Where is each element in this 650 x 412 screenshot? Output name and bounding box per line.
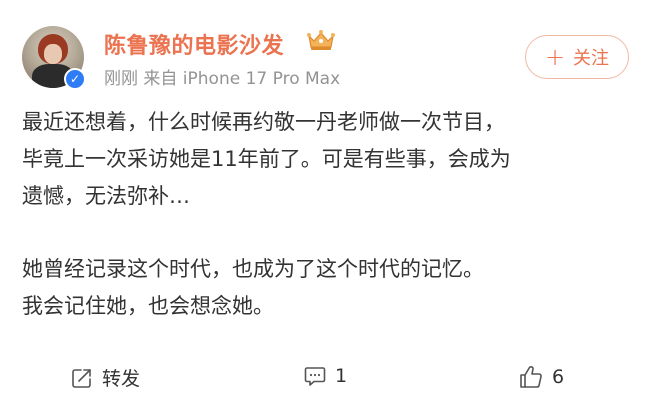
repost-button[interactable]: 转发 bbox=[70, 364, 140, 391]
follow-label: 关注 bbox=[573, 48, 610, 69]
repost-icon bbox=[72, 368, 91, 388]
like-count: 6 bbox=[552, 366, 565, 388]
crown-icon bbox=[307, 30, 335, 50]
verified-icon: ✓ bbox=[64, 68, 86, 90]
action-bar: 转发 1 6 bbox=[0, 350, 650, 410]
comment-count: 1 bbox=[335, 365, 348, 387]
comment-icon bbox=[304, 367, 326, 386]
author-name[interactable]: 陈鲁豫的电影沙发 bbox=[104, 28, 284, 60]
avatar-face bbox=[44, 44, 62, 64]
plus-icon: + bbox=[544, 43, 566, 71]
post-paragraph: 她曾经记录这个时代，也成为了这个时代的记忆。 我会记住她，也会想念她。 bbox=[22, 257, 484, 318]
post-paragraph: 最近还想着，什么时候再约敬一丹老师做一次节目， 毕竟上一次采访她是11年前了。可… bbox=[22, 110, 511, 208]
weibo-post: ✓ 陈鲁豫的电影沙发 刚刚 来自 iPhone 17 Pro Max + 关注 … bbox=[0, 0, 650, 412]
follow-button[interactable]: + 关注 bbox=[525, 35, 629, 79]
post-meta: 刚刚 来自 iPhone 17 Pro Max bbox=[104, 69, 341, 89]
like-icon bbox=[520, 366, 542, 388]
like-button[interactable]: 6 bbox=[518, 364, 564, 390]
post-content: 最近还想着，什么时候再约敬一丹老师做一次节目， 毕竟上一次采访她是11年前了。可… bbox=[22, 104, 632, 325]
comment-button[interactable]: 1 bbox=[303, 364, 347, 388]
repost-label: 转发 bbox=[102, 368, 141, 390]
